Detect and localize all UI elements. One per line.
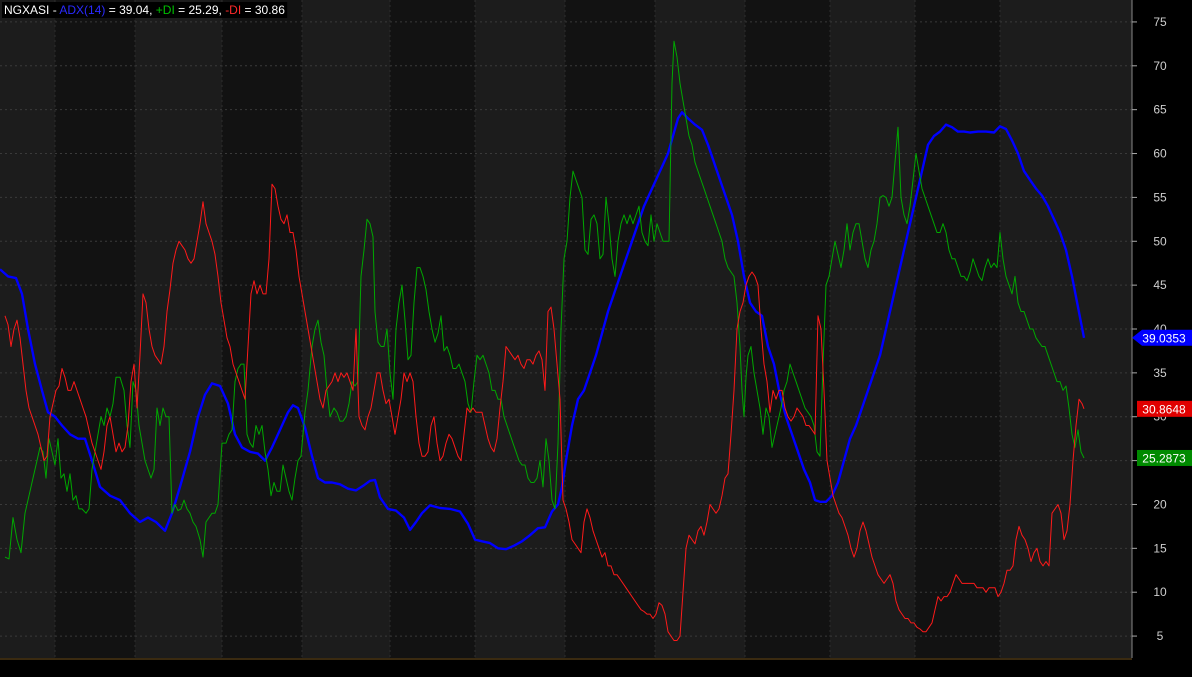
last-value-text-pdi: 25.2873 [1142, 451, 1186, 465]
last-value-text-mdi: 30.8648 [1142, 402, 1186, 416]
adx-chart: 51015202530354045505560657075 39.035325.… [0, 0, 1192, 672]
legend-symbol: NGXASI [4, 3, 49, 17]
chart-canvas: 51015202530354045505560657075 39.035325.… [0, 0, 1192, 672]
legend-mdi-value: = 30.86 [245, 3, 286, 17]
y-tick-label: 35 [1153, 366, 1167, 380]
y-tick-label: 15 [1153, 541, 1167, 555]
y-tick-label: 45 [1153, 278, 1167, 292]
y-tick-label: 10 [1153, 585, 1167, 599]
y-tick-label: 70 [1153, 59, 1167, 73]
y-tick-label: 60 [1153, 147, 1167, 161]
time-strip [0, 658, 1132, 660]
legend-adx-label: ADX(14) [59, 3, 105, 17]
legend-separator: - [53, 3, 60, 17]
legend-pdi-value: = 25.29, [178, 3, 225, 17]
y-tick-label: 5 [1157, 629, 1164, 643]
y-tick-label: 75 [1153, 15, 1167, 29]
legend-adx-value: = 39.04, [109, 3, 156, 17]
y-tick-label: 50 [1153, 234, 1167, 248]
period-band [915, 0, 1000, 658]
chart-legend: NGXASI - ADX(14) = 39.04, +DI = 25.29, -… [4, 3, 285, 17]
y-tick-label: 55 [1153, 190, 1167, 204]
legend-mdi-label: -DI [225, 3, 241, 17]
y-tick-label: 65 [1153, 103, 1167, 117]
legend-pdi-label: +DI [156, 3, 175, 17]
last-value-text-adx: 39.0353 [1142, 331, 1186, 345]
background-bands [0, 0, 1192, 672]
y-tick-label: 20 [1153, 497, 1167, 511]
